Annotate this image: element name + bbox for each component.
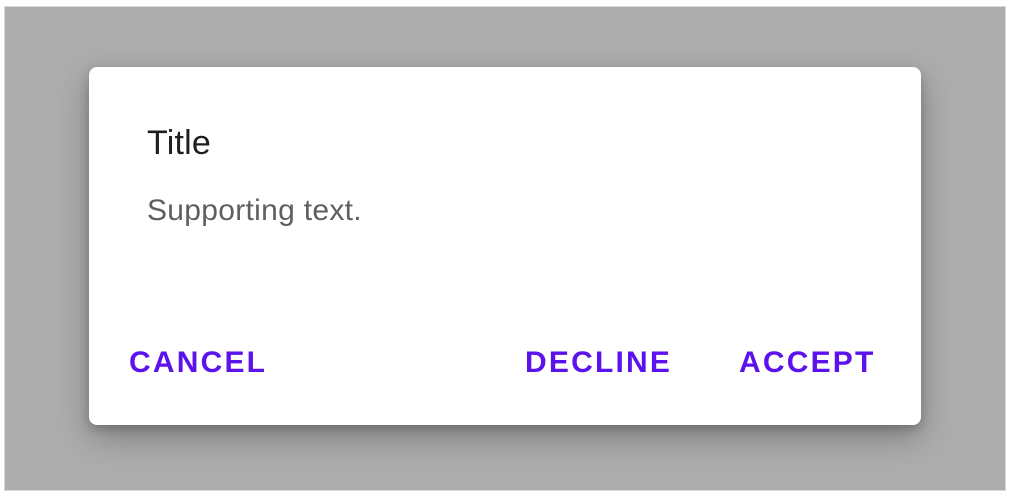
- dialog-title: Title: [147, 124, 211, 162]
- decline-button[interactable]: DECLINE: [519, 339, 678, 387]
- cancel-button[interactable]: CANCEL: [123, 339, 273, 387]
- alert-dialog: Title Supporting text. CANCEL DECLINE AC…: [89, 67, 921, 425]
- screenshot-frame: Title Supporting text. CANCEL DECLINE AC…: [4, 6, 1006, 491]
- dialog-supporting-text: Supporting text.: [147, 194, 362, 227]
- accept-button[interactable]: ACCEPT: [733, 339, 882, 387]
